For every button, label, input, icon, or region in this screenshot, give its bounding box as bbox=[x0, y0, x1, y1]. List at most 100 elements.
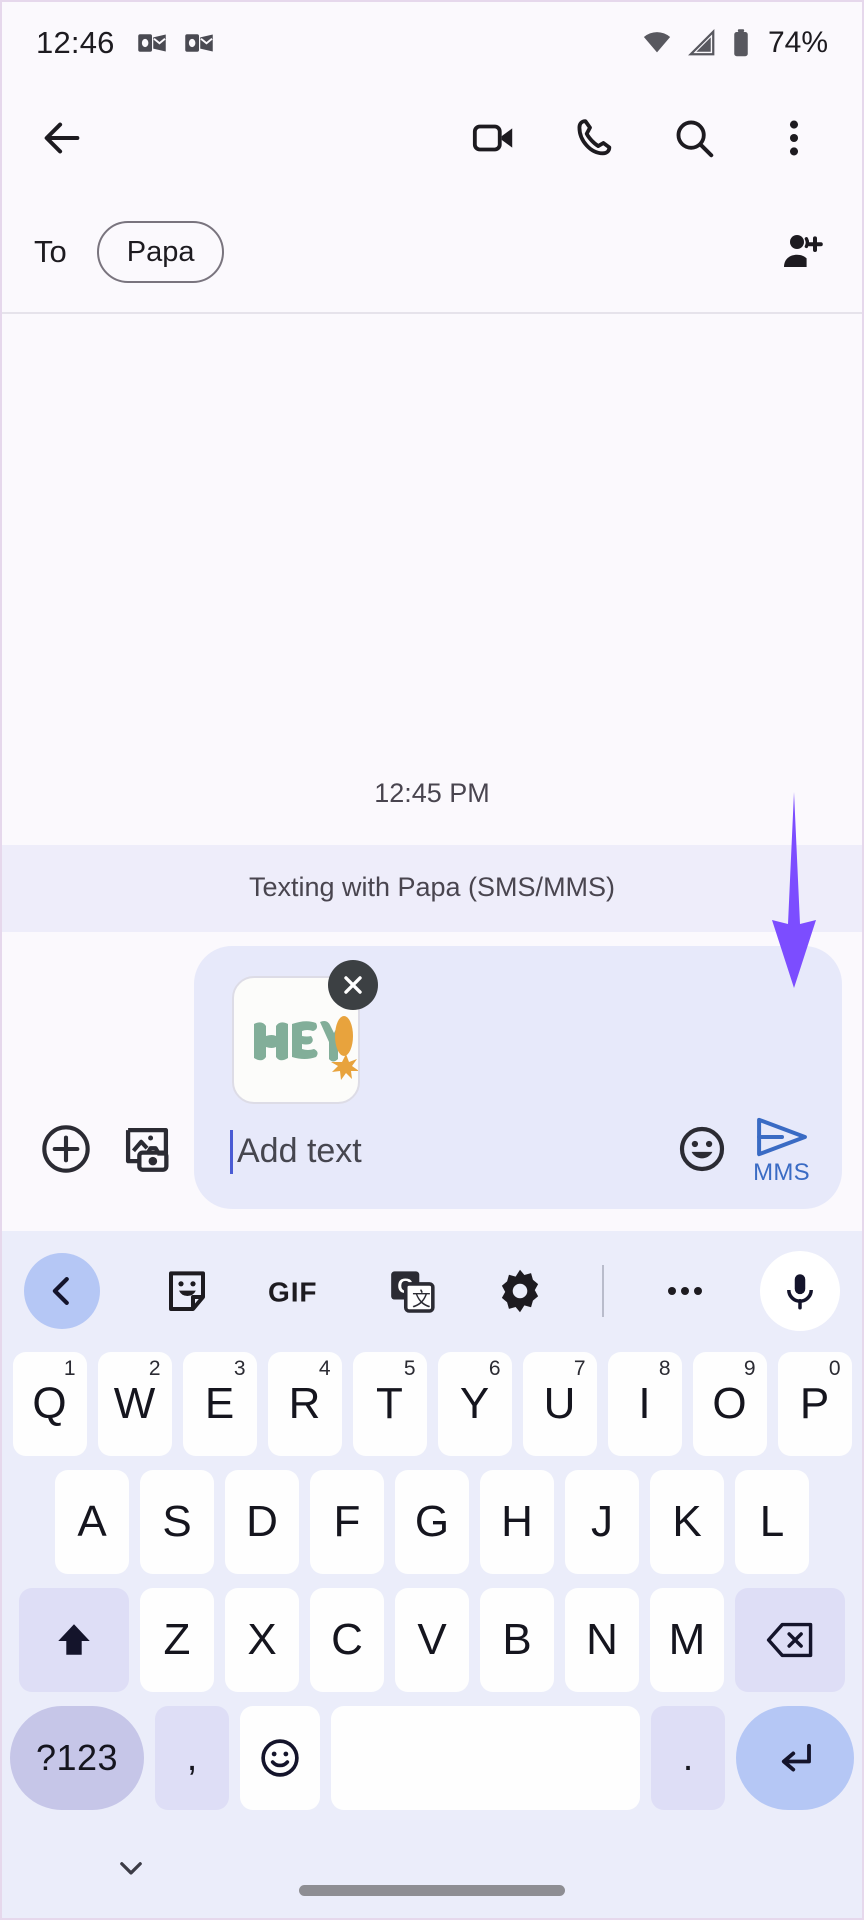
more-options-button[interactable] bbox=[661, 1267, 709, 1315]
enter-key[interactable] bbox=[736, 1706, 854, 1810]
svg-text:GIF: GIF bbox=[268, 1276, 317, 1307]
add-person-button[interactable] bbox=[774, 224, 830, 280]
key-o[interactable]: 9O bbox=[692, 1352, 767, 1456]
to-label: To bbox=[34, 234, 67, 269]
key-g[interactable]: G bbox=[395, 1470, 469, 1574]
text-cursor bbox=[230, 1129, 233, 1174]
conversation-area: 12:45 PM Texting with Papa (SMS/MMS) bbox=[2, 314, 862, 932]
attachment-thumbnail-shell bbox=[232, 960, 378, 1104]
send-mms-button[interactable]: MMS bbox=[753, 1116, 810, 1187]
key-label: R bbox=[288, 1379, 321, 1428]
keyboard-row-4: ?123 , . bbox=[2, 1699, 862, 1822]
emoji-key[interactable] bbox=[240, 1706, 320, 1810]
battery-percent: 74% bbox=[767, 26, 828, 59]
symbols-key[interactable]: ?123 bbox=[10, 1706, 144, 1810]
key-label: Y bbox=[459, 1379, 490, 1428]
back-button[interactable] bbox=[34, 110, 90, 166]
key-m[interactable]: M bbox=[650, 1588, 724, 1692]
key-label: O bbox=[712, 1379, 747, 1428]
recipient-chip-papa[interactable]: Papa bbox=[96, 221, 225, 283]
keyboard-bottom-bar bbox=[2, 1822, 862, 1918]
shift-arrow-icon bbox=[58, 1624, 90, 1655]
status-time: 12:46 bbox=[36, 25, 115, 60]
key-q[interactable]: 1Q bbox=[12, 1352, 87, 1456]
key-l[interactable]: L bbox=[735, 1470, 809, 1574]
key-h[interactable]: H bbox=[480, 1470, 554, 1574]
hide-keyboard-button[interactable] bbox=[114, 1851, 148, 1890]
text-input-row[interactable]: Add text MMS bbox=[218, 1108, 818, 1191]
key-u[interactable]: 7U bbox=[522, 1352, 597, 1456]
emoji-button[interactable] bbox=[677, 1124, 727, 1179]
translate-button[interactable]: G 文 bbox=[387, 1266, 437, 1316]
key-label: W bbox=[113, 1379, 156, 1428]
period-key[interactable]: . bbox=[651, 1706, 725, 1810]
video-call-button[interactable] bbox=[466, 110, 522, 166]
toolbar-back-button[interactable] bbox=[24, 1253, 100, 1329]
key-x[interactable]: X bbox=[225, 1588, 299, 1692]
sticker-button[interactable] bbox=[163, 1267, 211, 1315]
more-horizontal-icon bbox=[668, 1287, 703, 1295]
overflow-menu-button[interactable] bbox=[766, 110, 822, 166]
key-number: 9 bbox=[743, 1357, 756, 1380]
key-b[interactable]: B bbox=[480, 1588, 554, 1692]
key-label: Q bbox=[32, 1379, 67, 1428]
recipient-row: To Papa bbox=[2, 192, 862, 314]
key-p[interactable]: 0P bbox=[777, 1352, 852, 1456]
search-button[interactable] bbox=[666, 110, 722, 166]
key-a[interactable]: A bbox=[55, 1470, 129, 1574]
key-r[interactable]: 4R bbox=[267, 1352, 342, 1456]
app-bar bbox=[2, 84, 862, 192]
sticker-icon bbox=[168, 1271, 205, 1311]
voice-call-button[interactable] bbox=[566, 110, 622, 166]
key-number: 7 bbox=[573, 1357, 586, 1380]
gif-icon: GIF bbox=[268, 1276, 317, 1307]
keyboard-row-2: A S D F G H J K L bbox=[2, 1463, 862, 1581]
voice-input-button[interactable] bbox=[760, 1251, 840, 1331]
gif-button[interactable]: GIF bbox=[268, 1271, 330, 1311]
key-label: U bbox=[543, 1379, 576, 1428]
key-n[interactable]: N bbox=[565, 1588, 639, 1692]
remove-attachment-button[interactable] bbox=[328, 960, 378, 1010]
video-camera-icon bbox=[472, 124, 513, 152]
backspace-key[interactable] bbox=[735, 1588, 845, 1692]
enter-arrow-icon bbox=[781, 1743, 811, 1772]
key-e[interactable]: 3E bbox=[182, 1352, 257, 1456]
key-c[interactable]: C bbox=[310, 1588, 384, 1692]
gallery-camera-button[interactable] bbox=[120, 1122, 174, 1181]
close-icon bbox=[344, 976, 362, 994]
search-icon bbox=[676, 120, 714, 158]
appbar-actions bbox=[466, 110, 830, 166]
compose-input-container[interactable]: Add text MMS bbox=[194, 946, 842, 1209]
space-key[interactable] bbox=[331, 1706, 640, 1810]
key-z[interactable]: Z bbox=[140, 1588, 214, 1692]
comma-key[interactable]: , bbox=[155, 1706, 229, 1810]
gesture-home-bar[interactable] bbox=[299, 1885, 565, 1896]
key-v[interactable]: V bbox=[395, 1588, 469, 1692]
add-person-icon bbox=[784, 235, 823, 267]
key-number: 2 bbox=[148, 1357, 161, 1380]
key-i[interactable]: 8I bbox=[607, 1352, 682, 1456]
status-bar: 12:46 74% bbox=[2, 2, 862, 84]
message-input[interactable]: Add text bbox=[237, 1132, 677, 1171]
key-w[interactable]: 2W bbox=[97, 1352, 172, 1456]
wifi-icon bbox=[643, 32, 671, 53]
key-f[interactable]: F bbox=[310, 1470, 384, 1574]
key-y[interactable]: 6Y bbox=[437, 1352, 512, 1456]
backspace-icon bbox=[766, 1622, 813, 1658]
outlook-notification-icon bbox=[137, 34, 166, 52]
attachment-area bbox=[218, 960, 818, 1108]
key-j[interactable]: J bbox=[565, 1470, 639, 1574]
phone-screen: 12:46 74% To Papa 12:45 PM Texting with … bbox=[0, 0, 864, 1920]
key-label: I bbox=[638, 1379, 651, 1428]
settings-button[interactable] bbox=[495, 1266, 545, 1316]
key-t[interactable]: 5T bbox=[352, 1352, 427, 1456]
message-timestamp: 12:45 PM bbox=[374, 778, 490, 808]
add-attachment-button[interactable] bbox=[40, 1123, 92, 1180]
shift-key[interactable] bbox=[19, 1588, 129, 1692]
key-s[interactable]: S bbox=[140, 1470, 214, 1574]
key-number: 4 bbox=[318, 1357, 331, 1380]
emoji-keyboard-icon bbox=[261, 1739, 299, 1777]
toolbar-divider bbox=[601, 1265, 604, 1317]
key-d[interactable]: D bbox=[225, 1470, 299, 1574]
key-k[interactable]: K bbox=[650, 1470, 724, 1574]
